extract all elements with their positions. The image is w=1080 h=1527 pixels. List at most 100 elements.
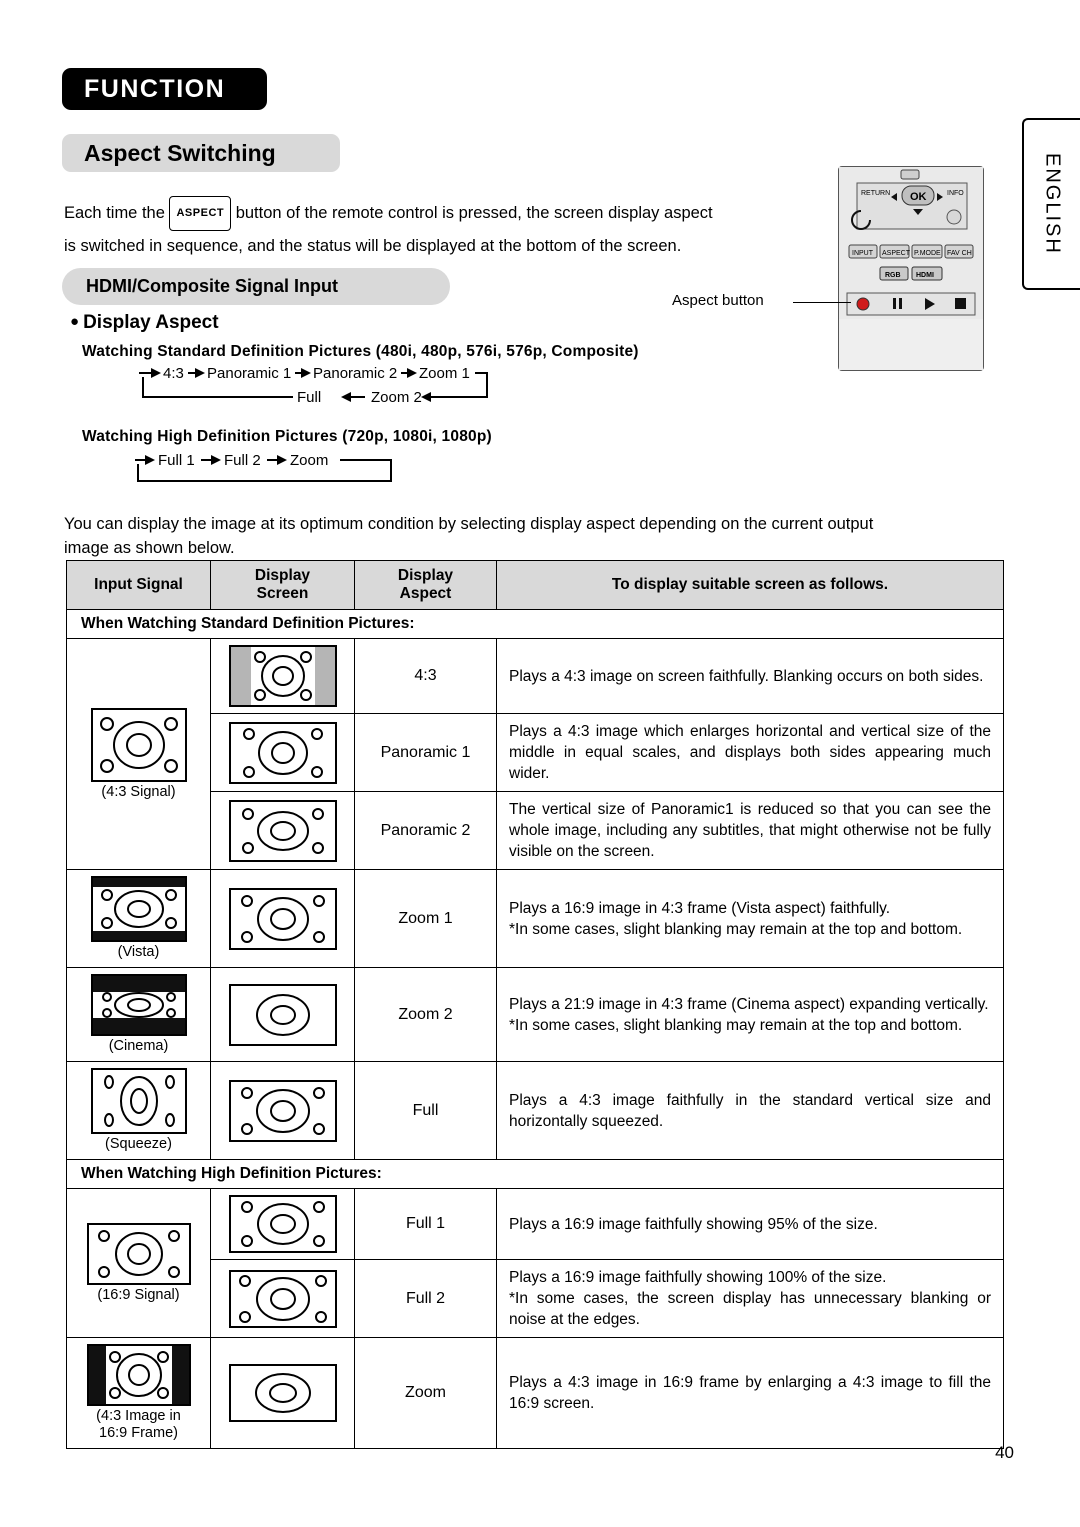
display-screen-43: [210, 638, 355, 714]
desc-full2-l1: Plays a 16:9 image faithfully showing 10…: [509, 1269, 887, 1286]
input-signal-vista-label: (Vista): [117, 944, 160, 960]
intro-text-after: button of the remote control is pressed,…: [235, 204, 713, 222]
screen-icon-panoramic2: [228, 799, 337, 862]
intro-text-before: Each time the: [64, 204, 165, 222]
display-screen-full1: [210, 1188, 355, 1260]
body-line1: You can display the image at its optimum…: [64, 515, 874, 533]
bullet-icon: ●: [70, 313, 80, 330]
hd-flow-diagram: Full 1 Full 2 Zoom: [125, 450, 415, 490]
svg-text:FAV CH: FAV CH: [947, 250, 972, 257]
desc-zoom2-l1: Plays a 21:9 image in 4:3 frame (Cinema …: [509, 995, 989, 1013]
col-display-screen-l1: Display: [254, 567, 311, 584]
svg-text:OK: OK: [910, 191, 927, 203]
display-screen-zoom2: [210, 967, 355, 1062]
page-title: Aspect Switching: [62, 134, 340, 172]
input-signal-cinema: (Cinema): [66, 967, 211, 1062]
aspect-table: Input Signal Display Screen Display Aspe…: [66, 560, 1004, 1449]
svg-text:INPUT: INPUT: [852, 250, 874, 257]
screen-icon-panoramic1: [228, 721, 337, 784]
input-signal-43in169: (4:3 Image in 16:9 Frame): [66, 1337, 211, 1449]
desc-zoom-hd: Plays a 4:3 image in 16:9 frame by enlar…: [496, 1337, 1004, 1449]
aspect-name-full1: Full 1: [354, 1188, 497, 1260]
input-signal-43-label: (4:3 Signal): [101, 783, 176, 800]
svg-text:INFO: INFO: [947, 190, 964, 197]
aspect-name-zoom1: Zoom 1: [354, 869, 497, 968]
table-body: When Watching Standard Definition Pictur…: [66, 609, 1004, 1449]
function-tab: FUNCTION: [62, 68, 267, 110]
svg-text:Full 2: Full 2: [224, 452, 261, 469]
manual-page: FUNCTION Aspect Switching ENGLISH Each t…: [0, 0, 1080, 1527]
display-screen-zoom-hd: [210, 1337, 355, 1449]
input-signal-43in169-label: (4:3 Image in 16:9 Frame): [67, 1408, 210, 1442]
desc-zoom2: Plays a 21:9 image in 4:3 frame (Cinema …: [496, 967, 1004, 1062]
input-signal-169-label: (16:9 Signal): [97, 1286, 180, 1303]
desc-zoom1: Plays a 16:9 image in 4:3 frame (Vista a…: [496, 869, 1004, 968]
svg-text:Panoramic 1: Panoramic 1: [207, 365, 291, 382]
body-paragraph: You can display the image at its optimum…: [64, 512, 974, 560]
table-header: Input Signal Display Screen Display Aspe…: [66, 560, 1004, 610]
body-line2: image as shown below.: [64, 539, 235, 557]
desc-zoom2-l2: *In some cases, slight blanking may rema…: [509, 1016, 963, 1034]
screen-icon-43: [228, 645, 337, 707]
aspect-name-full2: Full 2: [354, 1259, 497, 1338]
svg-text:4:3: 4:3: [163, 365, 184, 382]
desc-panoramic2: The vertical size of Panoramic1 is reduc…: [496, 791, 1004, 870]
hd-flow-graphic: Full 1 Full 2 Zoom: [135, 452, 392, 482]
display-screen-zoom1: [210, 869, 355, 968]
aspect-name-full: Full: [354, 1061, 497, 1160]
svg-text:Full: Full: [297, 389, 321, 406]
svg-text:RETURN: RETURN: [861, 190, 890, 197]
hdmi-composite-label: HDMI/Composite Signal Input: [86, 276, 338, 296]
desc-43: Plays a 4:3 image on screen faithfully. …: [496, 638, 1004, 714]
signal-icon-cinema: [90, 974, 187, 1036]
signal-icon-169: [86, 1222, 191, 1285]
display-screen-full: [210, 1061, 355, 1160]
function-tab-label: FUNCTION: [84, 74, 226, 103]
svg-text:Zoom 2: Zoom 2: [371, 389, 422, 406]
desc-zoom1-l1: Plays a 16:9 image in 4:3 frame (Vista a…: [509, 899, 891, 917]
input-signal-43in169-l2: 16:9 Frame): [99, 1425, 178, 1441]
input-signal-43in169-l1: (4:3 Image in: [96, 1408, 181, 1424]
signal-icon-vista: [90, 876, 187, 942]
input-signal-43: (4:3 Signal): [66, 638, 211, 870]
desc-zoom1-l2: *In some cases, slight blanking may rema…: [509, 920, 963, 938]
section-label-sd: When Watching Standard Definition Pictur…: [66, 609, 1004, 639]
svg-text:RGB: RGB: [885, 272, 901, 279]
desc-full2-l2: *In some cases, the screen display has u…: [509, 1290, 991, 1328]
display-screen-full2: [210, 1259, 355, 1338]
aspect-name-panoramic2: Panoramic 2: [354, 791, 497, 870]
aspect-name-zoom-hd: Zoom: [354, 1337, 497, 1449]
col-display-aspect: Display Aspect: [354, 560, 497, 610]
svg-text:Full 1: Full 1: [158, 452, 195, 469]
svg-text:ASPECT: ASPECT: [882, 250, 911, 257]
language-tab: ENGLISH: [1022, 118, 1080, 290]
callout-leader-line: [793, 302, 851, 303]
sd-flow-diagram: 4:3 Panoramic 1 Panoramic 2 Zoom 1 Zoom …: [125, 363, 555, 408]
table-row: (4:3 Signal) 4:3 Plays a 4:3 image on sc…: [66, 638, 1004, 870]
input-signal-cinema-label: (Cinema): [108, 1038, 169, 1054]
svg-text:Zoom: Zoom: [290, 452, 328, 469]
signal-icon-squeeze: [90, 1068, 187, 1134]
svg-text:P.MODE: P.MODE: [914, 250, 941, 257]
sd-flow-graphic: 4:3 Panoramic 1 Panoramic 2 Zoom 1 Zoom …: [139, 365, 488, 406]
display-aspect-heading: ● Display Aspect: [70, 312, 219, 334]
signal-icon-43: [90, 707, 187, 782]
display-screen-panoramic1: [210, 713, 355, 792]
aspect-name-zoom2: Zoom 2: [354, 967, 497, 1062]
input-signal-169: (16:9 Signal): [66, 1188, 211, 1338]
col-display-aspect-l2: Aspect: [399, 585, 452, 602]
input-signal-vista: (Vista): [66, 869, 211, 968]
svg-text:HDMI: HDMI: [916, 272, 934, 279]
screen-icon-full1: [228, 1195, 337, 1253]
page-number: 40: [995, 1443, 1014, 1462]
input-signal-squeeze: (Squeeze): [66, 1061, 211, 1160]
col-description: To display suitable screen as follows.: [496, 560, 1004, 610]
sd-pictures-heading: Watching Standard Definition Pictures (4…: [82, 343, 639, 360]
desc-full2: Plays a 16:9 image faithfully showing 10…: [496, 1259, 1004, 1338]
table-row: (Squeeze) Full Plays a 4:3 image faithfu…: [66, 1061, 1004, 1160]
display-screen-panoramic2: [210, 791, 355, 870]
desc-panoramic1: Plays a 4:3 image which enlarges horizon…: [496, 713, 1004, 792]
col-input-signal: Input Signal: [66, 560, 211, 610]
intro-line2: is switched in sequence, and the status …: [64, 237, 682, 255]
table-row: (Cinema) Zoom 2 Plays a 21:9 image in 4:…: [66, 967, 1004, 1062]
